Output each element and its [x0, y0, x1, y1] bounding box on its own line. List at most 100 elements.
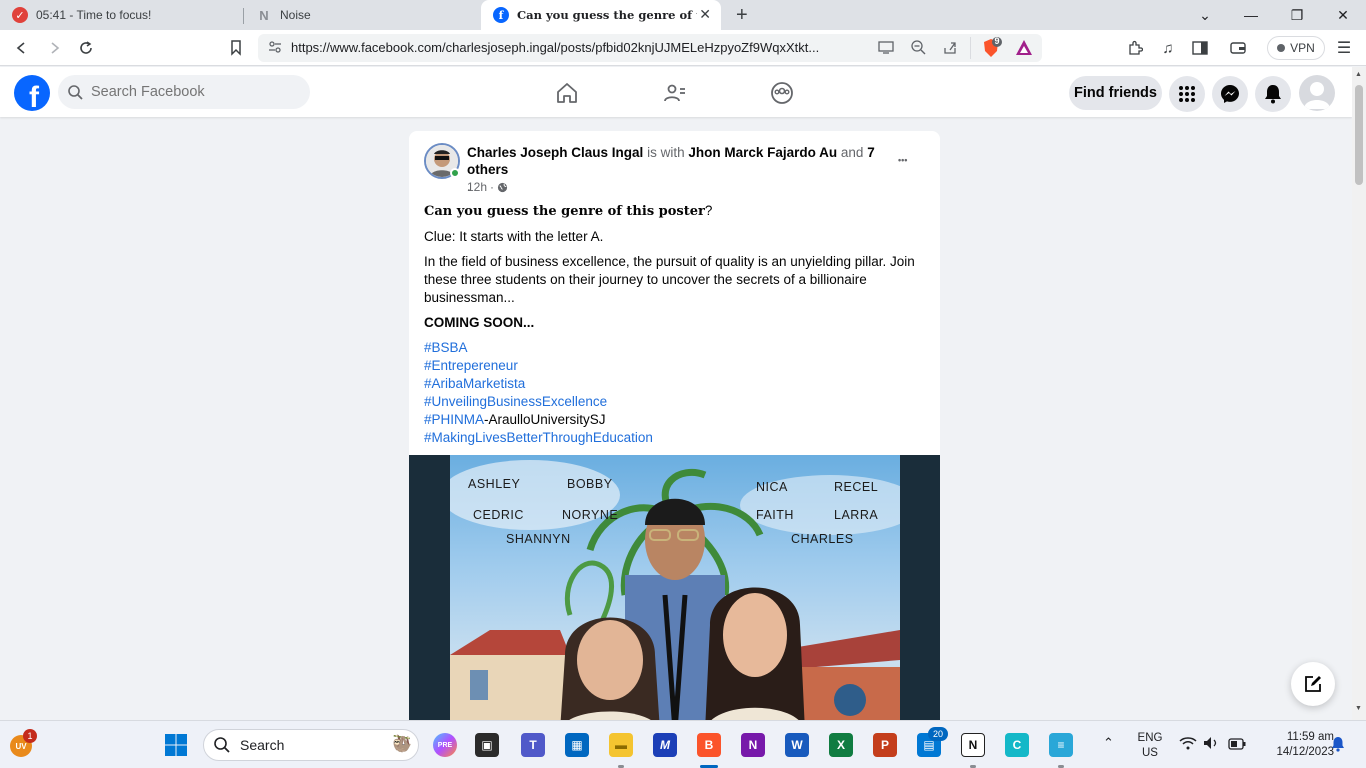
copilot-icon: PRE	[437, 741, 453, 749]
maximize-button[interactable]: ❐	[1274, 0, 1320, 30]
new-tab-button[interactable]: +	[730, 0, 760, 30]
music-note-icon: ♫	[1162, 39, 1174, 57]
language-indicator[interactable]: ENG US	[1134, 731, 1166, 761]
wifi-icon[interactable]	[1179, 736, 1197, 755]
hashtag-link[interactable]: #Entrepereneur	[424, 357, 924, 375]
tab-search-button[interactable]: ⌄	[1182, 0, 1228, 30]
brave-rewards-icon[interactable]	[1015, 39, 1033, 62]
media-app[interactable]: M	[653, 733, 677, 757]
post-time[interactable]: 12h	[467, 180, 487, 194]
wallet-button[interactable]	[1226, 36, 1250, 60]
brave-shields-icon[interactable]: 9	[980, 36, 1002, 64]
cast-icon[interactable]	[878, 40, 894, 59]
excel-app[interactable]: X	[829, 733, 853, 757]
profile-avatar[interactable]	[1299, 75, 1335, 111]
scrollbar-thumb[interactable]	[1355, 85, 1363, 185]
widget-badge-count: 1	[27, 731, 33, 741]
minimize-button[interactable]: —	[1228, 0, 1274, 30]
tab-title: Noise	[280, 8, 311, 22]
new-message-button[interactable]	[1291, 662, 1335, 706]
keyboard-region: US	[1142, 747, 1158, 759]
find-friends-button[interactable]: Find friends	[1069, 76, 1162, 110]
battery-icon[interactable]	[1228, 737, 1246, 755]
messenger-icon	[1221, 85, 1239, 103]
nav-friends[interactable]	[661, 79, 689, 107]
facebook-header: f Find friends	[0, 67, 1352, 117]
store-app[interactable]: ▦	[565, 733, 589, 757]
restore-icon: ❐	[1290, 6, 1304, 23]
notepad-app[interactable]: ≡	[1049, 733, 1073, 757]
search-input[interactable]	[91, 84, 291, 100]
facebook-logo[interactable]: f	[14, 75, 50, 111]
cast-name: FAITH	[756, 508, 794, 522]
copilot-app[interactable]: PRE	[433, 733, 457, 757]
hashtag-link[interactable]: #UnveilingBusinessExcellence	[424, 393, 924, 411]
forward-button[interactable]	[42, 36, 66, 60]
menu-button[interactable]	[1169, 76, 1205, 112]
back-button[interactable]	[10, 36, 34, 60]
globe-icon[interactable]	[497, 182, 508, 193]
page-scrollbar[interactable]: ▲ ▼	[1352, 67, 1366, 720]
tab-facebook-post[interactable]: f Can you guess the genre of this ✕	[481, 0, 721, 30]
cast-name: CEDRIC	[473, 508, 524, 522]
post-options-button[interactable]: •••	[898, 147, 907, 168]
nav-home[interactable]	[553, 79, 581, 107]
nav-groups[interactable]	[768, 79, 796, 107]
vpn-button[interactable]: VPN	[1267, 36, 1325, 60]
forward-arrow-icon	[51, 42, 60, 54]
brave-icon: B	[704, 738, 714, 752]
notion-app[interactable]: N	[961, 733, 985, 757]
tagged-person[interactable]: Jhon Marck Fajardo Au	[688, 145, 837, 160]
scroll-down-icon[interactable]: ▼	[1355, 705, 1362, 712]
extensions-button[interactable]	[1123, 36, 1147, 60]
sidebar-button[interactable]	[1188, 36, 1212, 60]
media-button[interactable]: ♫	[1156, 36, 1180, 60]
notification-bell-icon[interactable]	[1331, 736, 1345, 757]
hashtag-link[interactable]: #PHINMA	[424, 412, 484, 427]
tab-time-to-focus[interactable]: ✓ 05:41 - Time to focus!	[0, 0, 242, 30]
notification-badge: 20	[928, 727, 948, 741]
notifications-button[interactable]	[1255, 76, 1291, 112]
brave-app[interactable]: B	[697, 733, 721, 757]
excel-icon: X	[836, 738, 845, 752]
is-with-text: is with	[647, 145, 685, 160]
task-view-app[interactable]: ▣	[475, 733, 499, 757]
groups-icon	[771, 82, 793, 104]
bookmark-button[interactable]	[224, 36, 248, 60]
share-icon[interactable]	[943, 40, 958, 60]
address-bar[interactable]: https://www.facebook.com/charlesjoseph.i…	[258, 34, 1042, 62]
onenote-app[interactable]: N	[741, 733, 765, 757]
file-explorer-app[interactable]: ▬	[609, 733, 633, 757]
start-button[interactable]	[164, 733, 188, 757]
tab-noise[interactable]: N Noise	[244, 0, 480, 30]
uv-label: UV	[15, 741, 27, 751]
find-friends-label: Find friends	[1074, 85, 1157, 101]
minimize-icon: —	[1244, 7, 1258, 23]
reload-button[interactable]	[74, 36, 98, 60]
powerpoint-app[interactable]: P	[873, 733, 897, 757]
hashtag-link[interactable]: #AribaMarketista	[424, 375, 924, 393]
author-name[interactable]: Charles Joseph Claus Ingal	[467, 145, 643, 160]
word-app[interactable]: W	[785, 733, 809, 757]
post-image[interactable]: ASHLEY BOBBY NICA RECEL CEDRIC NORYNE FA…	[409, 455, 940, 731]
teams-app[interactable]: T	[521, 733, 545, 757]
windows-logo-icon	[165, 734, 187, 756]
scroll-up-icon[interactable]: ▲	[1355, 71, 1362, 78]
cast-name: SHANNYN	[506, 532, 571, 546]
facebook-search-box[interactable]	[58, 75, 310, 109]
hashtag-link[interactable]: #MakingLivesBetterThroughEducation	[424, 429, 924, 447]
clock-app[interactable]: C	[1005, 733, 1029, 757]
tray-overflow-button[interactable]: ⌃	[1103, 735, 1114, 751]
messenger-button[interactable]	[1212, 76, 1248, 112]
close-tab-icon[interactable]: ✕	[699, 7, 711, 23]
site-settings-icon[interactable]	[268, 40, 282, 59]
zoom-icon[interactable]	[911, 40, 926, 60]
volume-icon[interactable]	[1203, 736, 1219, 755]
taskbar-search[interactable]: Search 🦥	[203, 729, 419, 761]
chevron-down-icon: ⌄	[1199, 6, 1211, 23]
close-window-button[interactable]: ✕	[1320, 0, 1366, 30]
post-text: Can you guess the genre of this poster? …	[424, 202, 924, 447]
hashtag-link[interactable]: #BSBA	[424, 339, 924, 357]
clock[interactable]: 11:59 am 14/12/2023	[1254, 730, 1334, 760]
browser-menu-button[interactable]: ☰	[1332, 36, 1356, 60]
